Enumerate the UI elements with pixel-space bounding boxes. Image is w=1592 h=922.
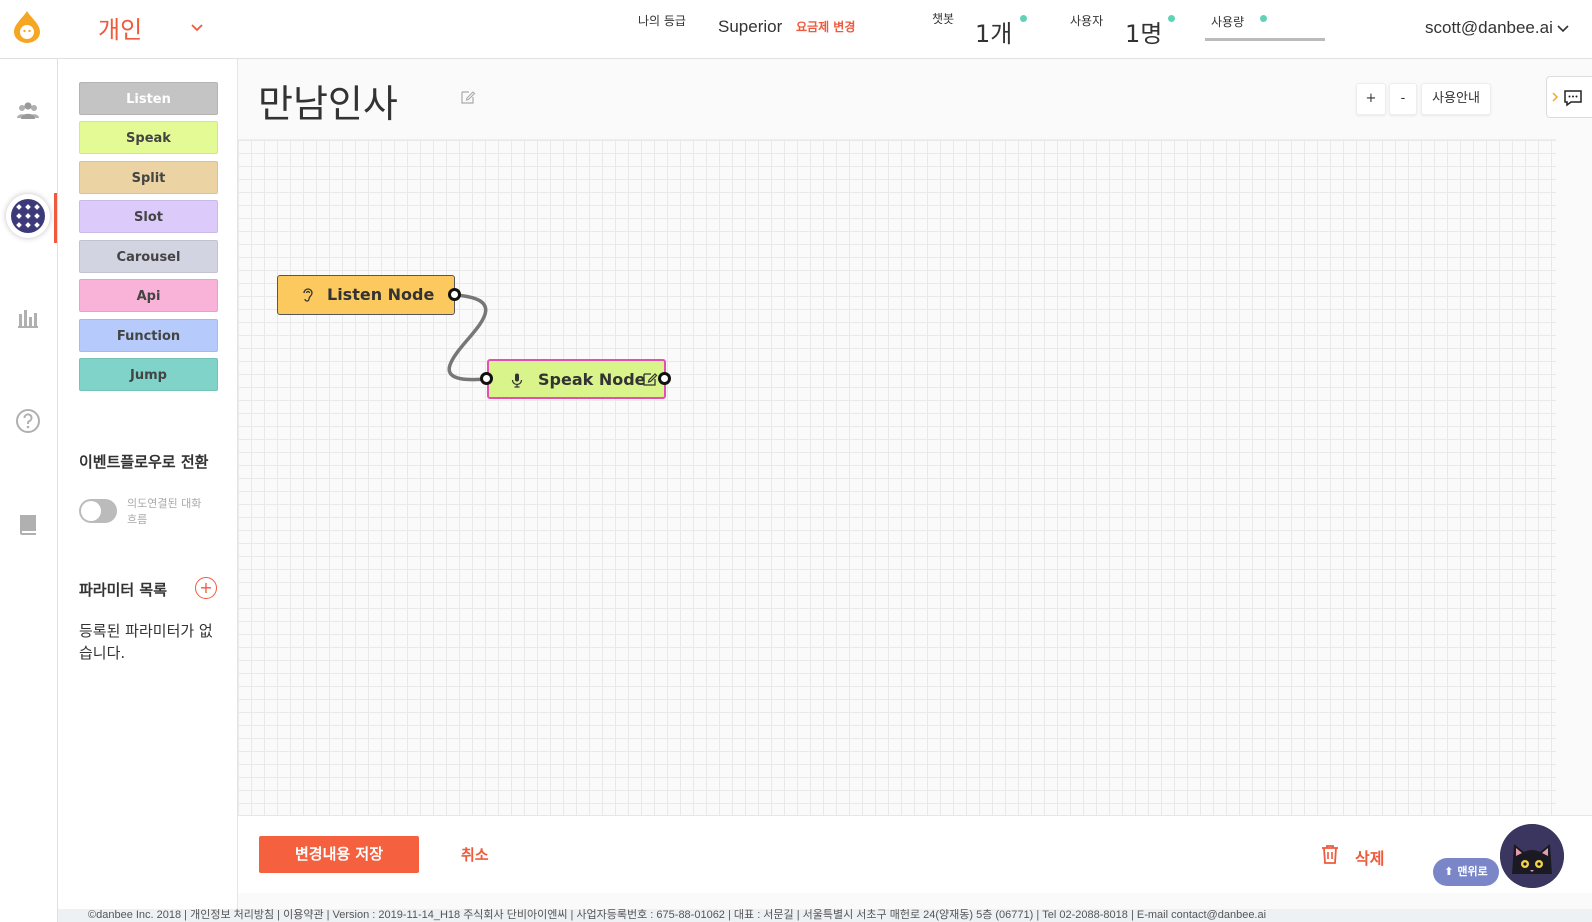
params-empty-text: 등록된 파라미터가 없습니다. [79, 622, 213, 662]
palette-speak[interactable]: Speak [79, 121, 218, 154]
params-heading: 파라미터 목록 [79, 581, 168, 599]
toggle-label: 의도연결된 대화흐름 [127, 497, 202, 526]
workspace-selector[interactable]: 개인 [98, 10, 142, 45]
node-sidebar: Listen Speak Split Slot Carousel Api Fun… [58, 59, 238, 922]
delete-label: 삭제 [1355, 849, 1385, 868]
palette-listen[interactable]: Listen [79, 82, 218, 115]
palette-api[interactable]: Api [79, 279, 218, 312]
danbee-logo-icon[interactable] [12, 10, 42, 44]
toggle-knob [81, 501, 101, 521]
chatbot-avatar[interactable] [1500, 824, 1564, 888]
eventflow-toggle[interactable] [79, 499, 117, 523]
chatbot-status-dot [1020, 15, 1027, 22]
footer: ©danbee Inc. 2018 | 개인정보 처리방침 | 이용약관 | V… [58, 909, 1592, 922]
grade-label: 나의 등급 [638, 14, 686, 28]
speak-output-port[interactable] [658, 372, 671, 385]
node-connection [447, 293, 488, 382]
eventflow-heading: 이벤트플로우로 전환 [79, 453, 209, 471]
flow-canvas[interactable]: Listen Node Speak Node [238, 139, 1556, 893]
save-button[interactable]: 변경내용 저장 [259, 836, 419, 873]
user-menu[interactable]: scott@danbee.ai [1425, 18, 1553, 38]
page-title: 만남인사 [258, 82, 398, 126]
listen-node[interactable]: Listen Node [277, 275, 455, 315]
action-bar: 변경내용 저장 취소 삭제 ⬆ 맨위로 [238, 815, 1592, 893]
guide-button[interactable]: 사용안내 [1421, 83, 1491, 115]
palette-function[interactable]: Function [79, 319, 218, 352]
speak-node[interactable]: Speak Node [487, 359, 666, 399]
trash-icon [1322, 845, 1338, 864]
help-icon[interactable] [14, 407, 42, 435]
listen-node-label: Listen Node [327, 285, 435, 304]
palette-jump[interactable]: Jump [79, 358, 218, 391]
zoom-in-button[interactable]: + [1356, 83, 1386, 115]
palette-slot[interactable]: Slot [79, 200, 218, 233]
chevron-down-icon[interactable] [1555, 20, 1571, 36]
palette-split[interactable]: Split [79, 161, 218, 194]
usage-bar [1205, 38, 1325, 41]
mic-icon [511, 373, 523, 388]
cancel-button[interactable]: 취소 [461, 844, 489, 865]
user-count: 1명 [1125, 20, 1163, 48]
edit-icon[interactable] [460, 89, 476, 105]
listen-output-port[interactable] [448, 288, 461, 301]
usage-status-dot [1260, 15, 1267, 22]
scroll-top-button[interactable]: ⬆ 맨위로 [1433, 858, 1499, 886]
users-icon[interactable] [14, 97, 42, 125]
chevron-right-icon [1552, 92, 1559, 102]
add-param-button[interactable]: + [195, 577, 217, 599]
chat-panel-toggle[interactable] [1546, 76, 1592, 118]
edit-icon[interactable] [642, 371, 658, 387]
user-label: 사용자 [1070, 14, 1104, 28]
user-status-dot [1168, 15, 1175, 22]
flow-pattern-icon [11, 199, 45, 233]
plan-change-link[interactable]: 요금제 변경 [796, 18, 855, 35]
book-icon[interactable] [14, 511, 42, 539]
speak-node-label: Speak Node [538, 370, 646, 389]
usage-label: 사용량 [1211, 15, 1245, 29]
ear-icon [303, 288, 313, 302]
bar-chart-icon[interactable] [14, 304, 42, 332]
flow-editor: 만남인사 + - 사용안내 Listen Node Speak Node 변경내… [238, 59, 1592, 922]
chat-icon [1564, 90, 1582, 107]
zoom-out-button[interactable]: - [1389, 83, 1417, 115]
cat-icon [1500, 824, 1564, 888]
chatbot-label: 챗봇 [932, 12, 955, 26]
chatbot-count: 1개 [975, 20, 1013, 48]
palette-carousel[interactable]: Carousel [79, 240, 218, 273]
top-bar: 개인 나의 등급 Superior 요금제 변경 챗봇 1개 사용자 1명 사용… [0, 0, 1592, 59]
flow-nav-active[interactable] [6, 194, 50, 238]
icon-rail [0, 59, 58, 922]
active-marker [54, 193, 57, 243]
chevron-down-icon[interactable] [188, 18, 206, 36]
speak-input-port[interactable] [480, 372, 493, 385]
grade-value: Superior [718, 17, 783, 36]
